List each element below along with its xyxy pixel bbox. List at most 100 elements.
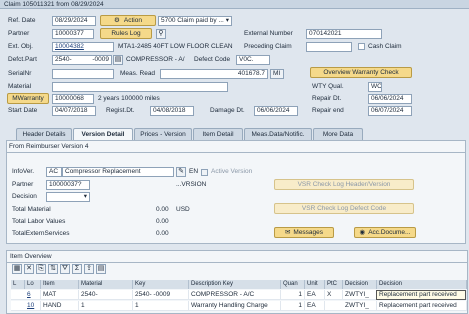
material-field[interactable]	[52, 82, 228, 92]
col-decision[interactable]: Decision	[343, 280, 377, 289]
partner-label: Partner	[8, 30, 30, 37]
col-l[interactable]: L	[11, 280, 25, 289]
vsr-defect-button[interactable]: VSR Check Log Defect Code	[274, 203, 414, 214]
defect-code-field[interactable]: V0C.	[236, 55, 270, 65]
col-description-key[interactable]: Description Key	[189, 280, 281, 289]
repair-dt-field[interactable]: 06/06/2024	[368, 94, 412, 104]
defct-part-desc: COMPRESSOR - A/	[126, 56, 185, 63]
total-extern-value: 0.00	[156, 230, 169, 237]
defct-part-field[interactable]: 2540- -0009	[52, 55, 112, 65]
window-title: Claim 105011321 from 08/29/2024	[4, 1, 104, 8]
copy-icon[interactable]: ⎘	[36, 264, 46, 274]
tab-item-detail[interactable]: Item Detail	[193, 128, 243, 140]
tab-meas-data[interactable]: Meas.Data/Notific.	[244, 128, 312, 140]
sum-icon[interactable]: Σ	[72, 264, 82, 274]
regist-dt-field[interactable]: 04/08/2018	[150, 106, 194, 116]
gear-icon: ⚙	[114, 17, 120, 24]
rules-log-button[interactable]: Rules Log	[100, 28, 152, 39]
decision-select[interactable]: ▾	[46, 192, 90, 202]
envelope-icon: ✉	[284, 229, 291, 236]
row-decision-text: Replacement part received	[377, 301, 467, 311]
total-material-label: Total Material	[12, 206, 51, 213]
infover-desc-field[interactable]: Compressor Replacement	[62, 167, 174, 177]
version-partner-label: Partner	[12, 181, 34, 188]
action-button[interactable]: ⚙ Action	[100, 15, 156, 26]
col-unit[interactable]: Unit	[305, 280, 325, 289]
export-icon[interactable]: ⇪	[84, 264, 94, 274]
filter-icon[interactable]: ⛛	[60, 264, 70, 274]
col-item[interactable]: Item	[41, 280, 79, 289]
globe-icon: ◉	[359, 229, 366, 236]
ext-obj-label: Ext. Obj.	[8, 43, 33, 50]
tab-version-detail[interactable]: Version Detail	[73, 128, 133, 140]
meas-read-field[interactable]: 401678.7	[160, 69, 268, 79]
repair-end-field[interactable]: 06/07/2024	[368, 106, 412, 116]
preceding-claim-label: Preceding Claim	[244, 43, 292, 50]
infover-code-field[interactable]: AC	[46, 167, 62, 177]
row-quan: 1	[281, 301, 305, 311]
row-unit: EA	[305, 290, 325, 300]
ext-obj-desc: MTA1-2485 40FT LOW FLOOR CLEAN	[118, 43, 233, 50]
col-material[interactable]: Material	[79, 280, 133, 289]
mwarranty-button[interactable]: MWarranty	[7, 93, 49, 104]
defct-part-label: Defct.Part	[8, 56, 37, 63]
wty-qual-label: WTY Qual.	[312, 83, 344, 90]
row-unit: EA	[305, 301, 325, 311]
cash-claim-checkbox[interactable]	[358, 43, 365, 50]
tab-prices-version[interactable]: Prices - Version	[134, 128, 192, 140]
external-number-field[interactable]: 070142021	[306, 29, 382, 39]
meas-read-unit: MI	[270, 69, 284, 79]
version-partner-field[interactable]: 10000037?	[46, 180, 90, 190]
messages-button[interactable]: ✉ Messages	[274, 227, 334, 238]
document-icon[interactable]: ▤	[113, 55, 123, 65]
sort-icon[interactable]: ⇅	[48, 264, 58, 274]
repair-dt-label: Repair Dt.	[312, 95, 342, 102]
mwarranty-desc: 2 years 100000 miles	[98, 95, 160, 102]
table-row[interactable]: 10 HAND 1 1 Warranty Handling Charge 1 E…	[11, 301, 467, 311]
active-version-checkbox[interactable]	[201, 169, 208, 176]
total-labor-label: Total Labor Values	[12, 218, 66, 225]
row-lo: 10	[25, 301, 41, 311]
tab-header-details[interactable]: Header Details	[16, 128, 72, 140]
ref-date-field[interactable]: 08/29/2024	[52, 16, 96, 26]
language-code: EN	[189, 168, 199, 175]
damage-dt-label: Damage Dt.	[210, 107, 245, 114]
start-date-field[interactable]: 04/07/2018	[52, 106, 96, 116]
tab-more-data[interactable]: More Data	[313, 128, 363, 140]
layout-icon[interactable]: ▤	[96, 264, 106, 274]
col-key[interactable]: Key	[133, 280, 189, 289]
col-quan[interactable]: Quan	[281, 280, 305, 289]
col-ptc[interactable]: PtC	[325, 280, 343, 289]
overview-warranty-check-button[interactable]: Overview Warranty Check	[310, 67, 412, 78]
meas-read-label: Meas. Read	[120, 70, 156, 77]
wty-qual-field[interactable]: WC	[368, 82, 382, 92]
total-extern-label: TotalExternServices	[12, 230, 70, 237]
row-lo: 6	[25, 290, 41, 300]
col-lo[interactable]: Lo	[25, 280, 41, 289]
delete-icon[interactable]: ✕	[24, 264, 34, 274]
total-labor-value: 0.00	[156, 218, 169, 225]
row-key: 2540- -0009	[133, 290, 189, 300]
glasses-icon[interactable]: ⚲	[156, 29, 166, 39]
repair-end-label: Repair end	[312, 107, 344, 114]
select-all-icon[interactable]: ▦	[12, 264, 22, 274]
damage-dt-field[interactable]: 06/06/2024	[254, 106, 298, 116]
preceding-claim-field[interactable]	[306, 42, 352, 52]
version-section-title: From Reimburser Version 4	[9, 143, 89, 150]
vsr-header-button[interactable]: VSR Check Log Header/Version	[274, 179, 414, 190]
serial-nr-field[interactable]	[52, 69, 114, 79]
col-decision-text[interactable]: Decision	[377, 280, 467, 289]
row-material: 2540-	[79, 290, 133, 300]
status-select[interactable]: 5700 Claim paid by ... ▾	[158, 16, 232, 26]
ref-date-label: Ref. Date	[8, 17, 36, 24]
active-version-label: Active Version	[211, 168, 253, 175]
ext-obj-field[interactable]: 10004382	[52, 42, 114, 52]
row-key: 1	[133, 301, 189, 311]
mwarranty-field[interactable]: 10000068	[52, 94, 94, 104]
edit-icon[interactable]: ✎	[176, 167, 186, 177]
acc-docume-button[interactable]: ◉ Acc.Docume...	[354, 227, 416, 238]
row-desc: Warranty Handling Charge	[189, 301, 281, 311]
title-bar: Claim 105011321 from 08/29/2024	[0, 0, 469, 9]
infover-label: InfoVer.	[12, 168, 35, 175]
partner-field[interactable]: 10000377	[52, 29, 94, 39]
